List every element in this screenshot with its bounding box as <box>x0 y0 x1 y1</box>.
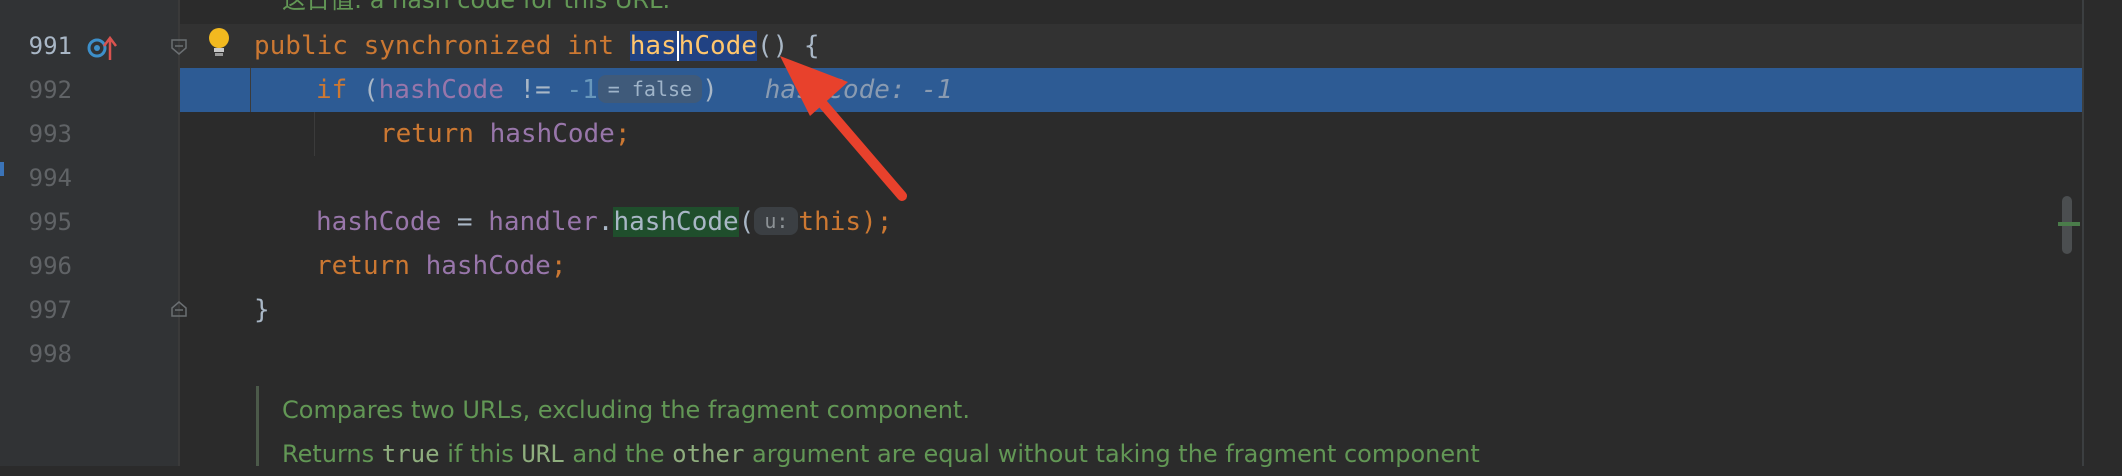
keyword: int <box>567 31 615 61</box>
override-arrow-icon[interactable] <box>102 34 118 62</box>
doc-comment-line: Returns true if this URL and the other a… <box>282 440 1480 468</box>
line-number[interactable]: 998 <box>0 332 72 376</box>
field-reference: hashCode <box>316 207 442 237</box>
doc-fragment-top: 这日值: a hash code for this URL. <box>282 0 671 14</box>
code-line-993[interactable]: return hashCode; <box>380 112 630 156</box>
lightbulb-icon[interactable] <box>206 26 232 60</box>
debugger-value-hint: = false <box>597 75 703 103</box>
vertical-scrollbar[interactable] <box>2082 0 2122 466</box>
annotation-arrow-icon <box>780 56 907 201</box>
doc-comment-line: Compares two URLs, excluding the fragmen… <box>282 396 970 424</box>
keyword: return <box>316 251 410 281</box>
field-reference: hashCode <box>489 119 615 149</box>
line-number[interactable]: 991 <box>0 24 72 68</box>
number-literal: -1 <box>566 75 598 105</box>
keyword: if <box>316 75 348 105</box>
line-number[interactable]: 997 <box>0 288 72 332</box>
code-line-991[interactable]: public synchronized int hashCode() { <box>254 24 820 68</box>
closing-brace: } <box>254 295 270 325</box>
doc-comment-bar <box>256 386 259 466</box>
keyword: return <box>380 119 474 149</box>
line-number[interactable]: 995 <box>0 200 72 244</box>
code-line-996[interactable]: return hashCode; <box>316 244 566 288</box>
method-name-selected[interactable]: hashCode <box>629 31 757 61</box>
fold-icon[interactable] <box>170 38 188 56</box>
text-caret: hCode <box>676 31 757 61</box>
indent-guide <box>250 68 251 112</box>
field-reference: handler <box>488 207 598 237</box>
line-number[interactable]: 996 <box>0 244 72 288</box>
keyword: public <box>254 31 348 61</box>
code-line-997[interactable]: } <box>254 288 270 332</box>
line-number[interactable]: 994 <box>0 156 72 200</box>
indent-guide <box>314 112 315 156</box>
line-number[interactable]: 993 <box>0 112 72 156</box>
change-marker <box>2058 222 2080 226</box>
line-number[interactable]: 992 <box>0 68 72 112</box>
field-reference: hashCode <box>425 251 551 281</box>
fold-icon[interactable] <box>170 300 188 318</box>
field-reference: hashCode <box>378 75 504 105</box>
method-call-highlighted[interactable]: hashCode <box>613 207 739 237</box>
keyword: synchronized <box>363 31 552 61</box>
